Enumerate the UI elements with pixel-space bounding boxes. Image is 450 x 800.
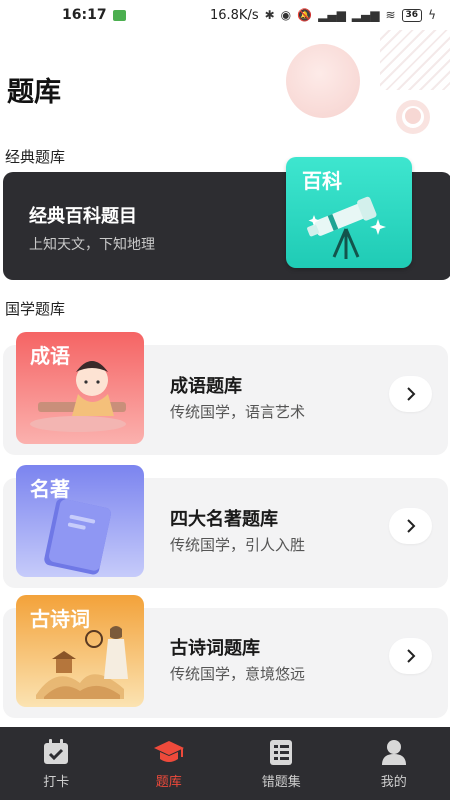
chevron-right-icon [406,387,415,401]
status-bar: 16:17 16.8K/s ✱ ◉ 🔕 ▂▄▆ ▂▄▆ ≋ 36 ϟ [0,0,450,30]
chengyu-subtitle: 传统国学，语言艺术 [170,403,306,421]
graduation-cap-icon [153,741,184,762]
wifi-icon: ≋ [385,8,396,22]
mute-icon: 🔕 [297,8,313,22]
battery-icon: 36 [401,8,423,22]
chevron-right-icon [406,649,415,663]
status-time: 16:17 [62,7,107,23]
decorative-stripes [380,30,450,90]
decorative-dot [405,108,421,124]
network-speed: 16.8K/s [209,7,259,23]
classic-card-title: 经典百科题目 [29,206,137,227]
chengyu-tile[interactable]: 成语 [16,332,144,444]
poet-landscape-icon [36,626,128,699]
eye-icon: ◉ [280,8,292,22]
nav-item-wrong-questions[interactable]: 错题集 [225,727,338,800]
section-label-guoxue: 国学题库 [5,300,66,318]
signal-icon: ▂▄▆ [318,8,346,22]
mingzhu-arrow-button[interactable] [389,508,432,544]
nav-label-checkin: 打卡 [43,775,70,790]
charging-icon: ϟ [428,8,436,22]
section-label-classic: 经典题库 [5,148,66,166]
gushici-subtitle: 传统国学，意境悠远 [170,665,306,683]
telescope-icon [307,196,386,259]
notification-icon [112,9,126,21]
bottom-nav: 打卡 题库 错题集 我的 [0,727,450,800]
baike-tile[interactable]: 百科 [286,157,412,268]
decorative-circle [286,44,360,118]
mingzhu-subtitle: 传统国学，引人入胜 [170,536,306,554]
scholar-illustration-icon [30,361,126,432]
classic-card-subtitle: 上知天文，下知地理 [29,237,155,253]
signal-icon-2: ▂▄▆ [351,8,380,22]
mingzhu-title: 四大名著题库 [170,509,278,530]
mingzhu-tile[interactable]: 名著 [16,465,144,577]
chevron-right-icon [406,519,415,533]
status-icons: 16.8K/s ✱ ◉ 🔕 ▂▄▆ ▂▄▆ ≋ 36 ϟ [210,8,436,23]
gushici-title: 古诗词题库 [170,638,260,659]
nav-item-question-bank[interactable]: 题库 [113,727,226,800]
nav-item-checkin[interactable]: 打卡 [0,727,113,800]
bluetooth-icon: ✱ [264,8,275,22]
chengyu-title: 成语题库 [170,376,242,397]
user-icon [381,740,406,765]
nav-label-question-bank: 题库 [155,775,182,790]
gushici-arrow-button[interactable] [389,638,432,674]
chengyu-arrow-button[interactable] [389,376,432,412]
calendar-check-icon [44,739,69,764]
book-icon [44,498,111,575]
list-book-icon [270,740,293,765]
nav-label-wrong-questions: 错题集 [261,775,301,790]
page-title: 题库 [7,77,61,108]
nav-label-mine: 我的 [380,775,407,790]
nav-item-mine[interactable]: 我的 [338,727,450,800]
gushici-tile[interactable]: 古诗词 [16,595,144,707]
